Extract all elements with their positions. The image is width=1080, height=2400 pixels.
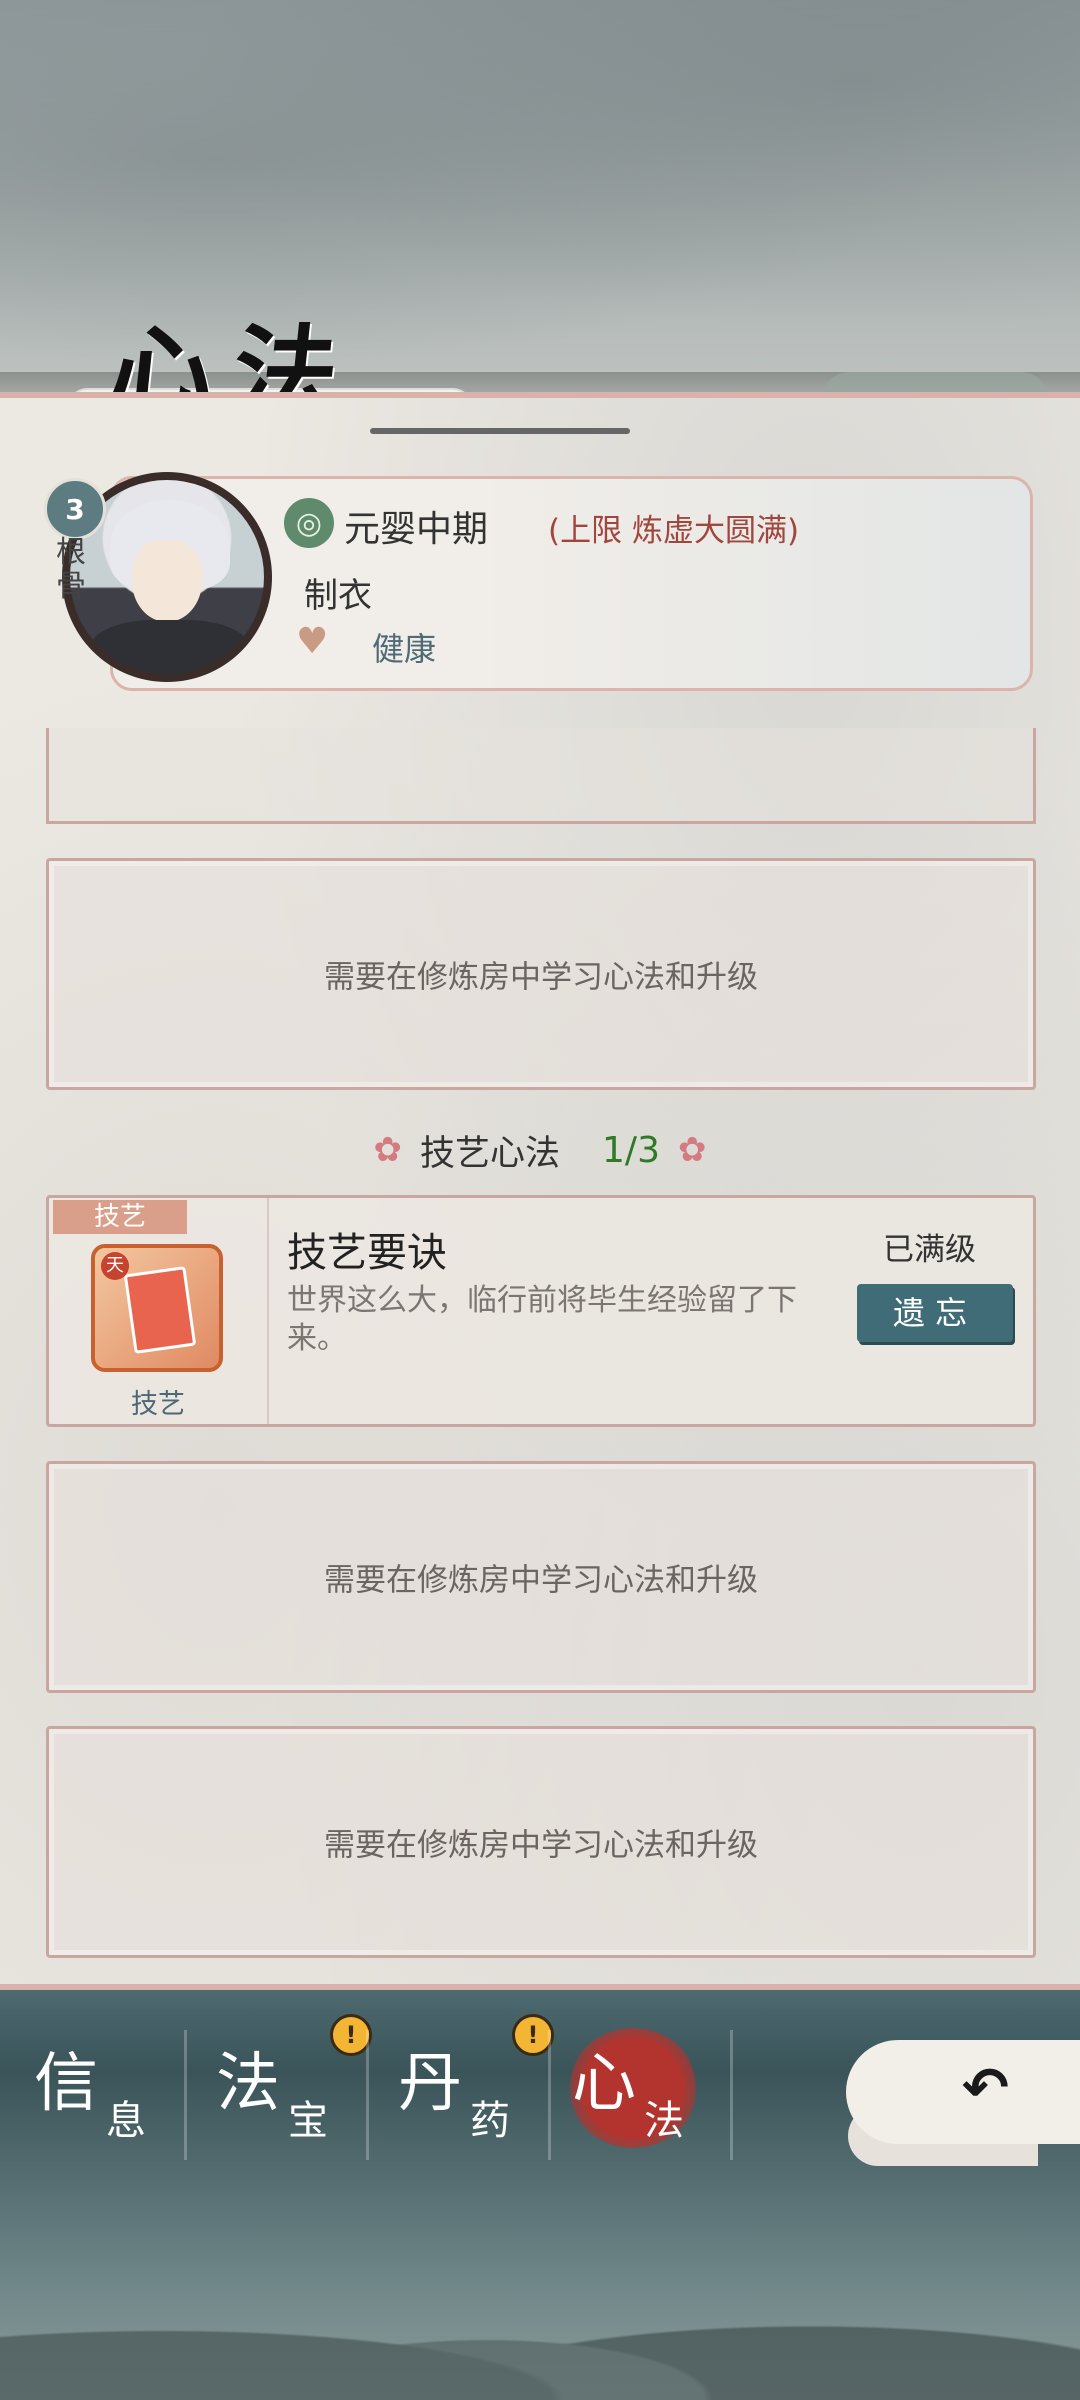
avatar-face xyxy=(132,540,202,622)
book-cover xyxy=(123,1266,197,1354)
tab-info-big: 信 xyxy=(34,2047,98,2121)
heart-plus-icon: ♥ xyxy=(296,621,329,662)
skill-name: 技艺要诀 xyxy=(287,1230,447,1276)
realm-spiral-icon: ◎ xyxy=(284,498,334,548)
empty-skill-slot[interactable]: 需要在修炼房中学习心法和升级 xyxy=(46,1726,1036,1958)
panel-divider xyxy=(370,428,630,434)
skill-icon-box[interactable]: 技艺 天 技艺 xyxy=(49,1198,269,1424)
health-status: 健康 xyxy=(372,630,437,668)
tab-separator xyxy=(366,2030,369,2160)
tab-elixir-big: 丹 xyxy=(398,2047,462,2121)
section-count: 1/3 xyxy=(602,1129,660,1171)
tab-treasure-big: 法 xyxy=(216,2047,280,2121)
empty-skill-slot[interactable]: 需要在修炼房中学习心法和升级 xyxy=(46,1461,1036,1693)
tab-mind-method-big: 心 xyxy=(572,2047,636,2121)
flower-icon: ✿ xyxy=(373,1130,403,1170)
tab-separator xyxy=(184,2030,187,2160)
skill-section-header: ✿ 技艺心法 1/3 ✿ xyxy=(0,1120,1080,1180)
tab-info-small: 息 xyxy=(106,2098,146,2144)
flower-icon: ✿ xyxy=(677,1130,707,1170)
tab-treasure-small: 宝 xyxy=(288,2098,328,2144)
back-arrow-icon[interactable]: ↶ xyxy=(962,2056,1009,2121)
tab-mind-method[interactable]: 心 法 xyxy=(562,2028,744,2162)
tab-separator xyxy=(730,2030,733,2160)
skill-status: 已满级 xyxy=(883,1232,976,1268)
skill-item[interactable]: 技艺 天 技艺 技艺要诀 世界这么大，临行前将毕生经验留了下来。 已满级 遗忘 xyxy=(46,1195,1036,1427)
tab-info[interactable]: 信 息 xyxy=(24,2032,206,2162)
skill-description: 世界这么大，临行前将毕生经验留了下来。 xyxy=(287,1283,797,1356)
empty-slot-text: 需要在修炼房中学习心法和升级 xyxy=(324,1827,758,1864)
empty-slot-text: 需要在修炼房中学习心法和升级 xyxy=(324,959,758,996)
skill-icon-label: 技艺 xyxy=(131,1389,185,1420)
tab-separator xyxy=(548,2030,551,2160)
empty-skill-slot[interactable]: 需要在修炼房中学习心法和升级 xyxy=(46,858,1036,1090)
tab-mind-method-small: 法 xyxy=(644,2098,684,2144)
level-badge: 3 xyxy=(44,478,106,540)
avatar-robe xyxy=(90,620,250,674)
genggu-label: 根骨 xyxy=(56,535,86,604)
empty-slot-text: 需要在修炼房中学习心法和升级 xyxy=(324,1562,758,1599)
realm-text: 元婴中期 xyxy=(344,509,489,550)
skill-tag: 技艺 xyxy=(53,1200,187,1234)
forget-button[interactable]: 遗忘 xyxy=(857,1284,1013,1342)
craft-text: 制衣 xyxy=(304,576,372,616)
skill-slot-partial xyxy=(46,728,1036,824)
tab-elixir-small: 药 xyxy=(470,2098,510,2144)
section-title: 技艺心法 xyxy=(420,1133,561,1174)
realm-limit-text: (上限 炼虚大圆满) xyxy=(548,513,800,549)
skill-book-icon: 天 xyxy=(91,1244,223,1372)
